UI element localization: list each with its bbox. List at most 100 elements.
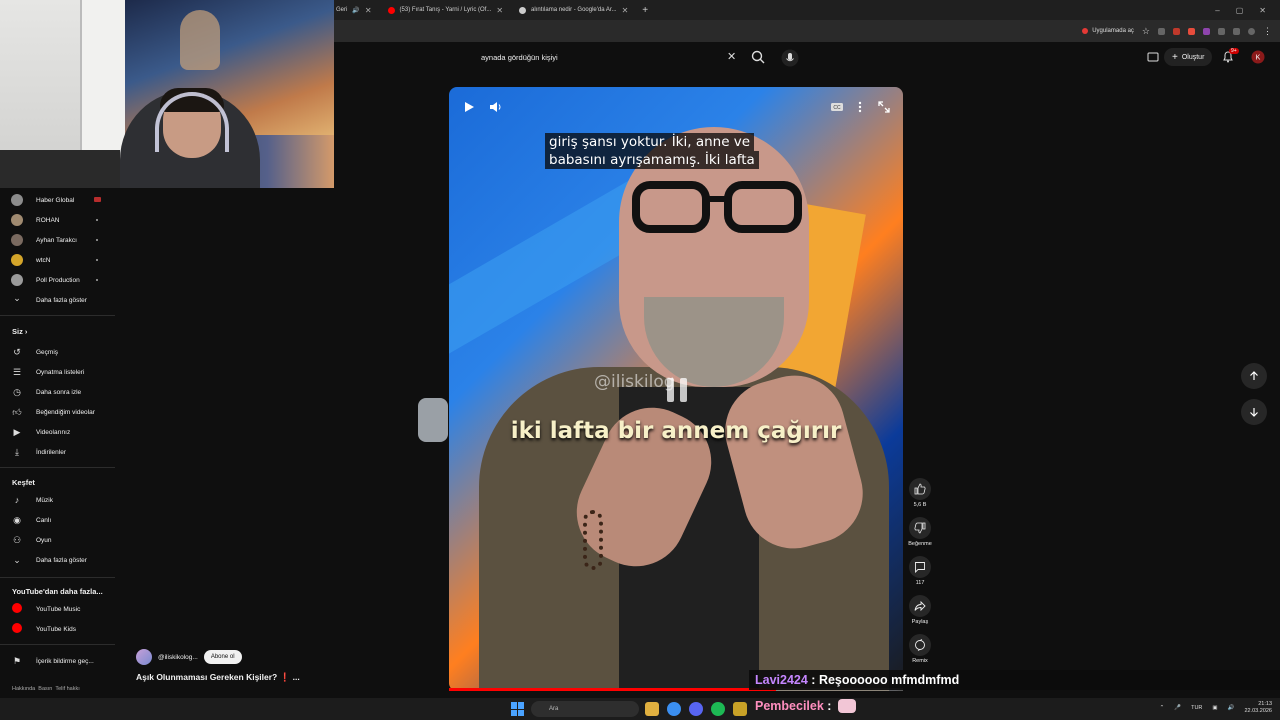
windows-start-icon[interactable] <box>511 702 525 716</box>
system-tray: ⌃ 🎤 TUR ▣ 🔊 21:13 22.03.2026 <box>1160 701 1272 715</box>
next-short-button[interactable] <box>1241 399 1267 425</box>
sidebar-subscription[interactable]: ROHAN <box>0 210 115 230</box>
microphone-icon[interactable] <box>781 49 799 67</box>
svg-text:CC: CC <box>833 105 841 111</box>
subscribe-button[interactable]: Abone ol <box>203 650 242 664</box>
extension-icon[interactable] <box>1203 27 1210 35</box>
sidebar-item-playlist[interactable]: ☰ Oynatma listeleri <box>0 362 115 382</box>
sidebar-subscription[interactable]: Ayhan Tarakcı <box>0 230 115 250</box>
create-button[interactable]: + Oluştur <box>1164 48 1213 66</box>
sidebar-item-history[interactable]: ↺ Geçmiş <box>0 342 115 362</box>
close-window-button[interactable]: ✕ <box>1259 6 1266 15</box>
more-vert-icon[interactable] <box>852 99 868 115</box>
caption-line: giriş şansı yoktur. İki, anne ve <box>545 133 755 151</box>
channel-handle[interactable]: @iliskikolog... <box>158 654 198 661</box>
share-label: Paylaş <box>911 619 929 625</box>
profile-avatar-icon[interactable] <box>1248 27 1255 35</box>
search-icon[interactable] <box>750 49 766 65</box>
mic-tray-icon[interactable]: 🎤 <box>1174 705 1181 711</box>
sidebar-item-yt-app[interactable]: YouTube Music <box>0 599 115 619</box>
open-in-app-button[interactable]: Uygulamada aç <box>1082 28 1134 34</box>
sidebar-item-label: Geçmiş <box>36 348 59 356</box>
network-icon[interactable]: ▣ <box>1212 705 1217 711</box>
sidebar-item-music[interactable]: ♪ Müzik <box>0 490 115 510</box>
chevron-right-icon: › <box>22 327 28 336</box>
sidebar-item-clock[interactable]: ◷ Daha sonra izle <box>0 382 115 402</box>
channel-avatar <box>11 194 23 206</box>
remix-icon <box>909 634 931 656</box>
browser-tab[interactable]: (53) Fırat Tanış - Yarni / Lyric (Of... … <box>380 0 512 20</box>
app-icon[interactable] <box>733 702 747 716</box>
bookmark-star-icon[interactable]: ☆ <box>1142 26 1150 37</box>
previous-short-button[interactable] <box>1241 363 1267 389</box>
cast-icon[interactable] <box>1146 50 1160 64</box>
webcam-chair <box>0 150 120 188</box>
sidebar-item-report[interactable]: ⚑ İçerik bildirme geç... <box>0 651 115 671</box>
sidebar-item-label: Daha sonra izle <box>36 388 82 396</box>
speaker-icon: 🔊 <box>352 7 360 14</box>
language-indicator[interactable]: TUR <box>1191 705 1202 711</box>
new-content-dot <box>96 279 98 281</box>
maximize-button[interactable]: ▢ <box>1236 6 1244 15</box>
extensions-puzzle-icon[interactable] <box>1233 27 1240 35</box>
sidebar-item-chevron-down[interactable]: ⌄ Daha fazla göster <box>0 550 115 570</box>
pause-icon[interactable] <box>662 372 692 408</box>
channel-avatar <box>11 254 23 266</box>
close-tab-icon[interactable]: ✕ <box>496 6 503 15</box>
spotify-icon[interactable] <box>711 702 725 716</box>
sidebar-item-video[interactable]: ▶ Videolarınız <box>0 422 115 442</box>
channel-info: @iliskikolog... Abone ol <box>136 649 242 665</box>
close-tab-icon[interactable]: ✕ <box>622 6 629 15</box>
sidebar-subscription[interactable]: Poll Production <box>0 270 115 290</box>
extension-icon[interactable] <box>1173 27 1180 35</box>
sidebar-item-label: YouTube Kids <box>36 625 76 633</box>
show-more-subscriptions-button[interactable]: ⌄ Daha fazla göster <box>0 290 115 310</box>
clear-search-icon[interactable]: ✕ <box>727 50 736 63</box>
sidebar-item-live[interactable]: ◉ Canlı <box>0 510 115 530</box>
close-tab-icon[interactable]: ✕ <box>365 6 372 15</box>
discord-icon[interactable] <box>689 702 703 716</box>
minimize-button[interactable]: – <box>1215 6 1219 15</box>
browser-tab[interactable]: alıntılama nedir - Google'da Ar... ✕ <box>511 0 636 20</box>
sidebar-item-yt-app[interactable]: YouTube Kids <box>0 619 115 639</box>
sidebar-you-heading[interactable]: Siz › <box>12 327 27 336</box>
play-icon[interactable] <box>461 99 477 115</box>
thumb-up-icon: 👍︎ <box>12 406 22 417</box>
chrome-icon[interactable] <box>667 702 681 716</box>
channel-avatar <box>11 234 23 246</box>
like-button[interactable]: 5,6 B <box>907 478 933 508</box>
file-explorer-icon[interactable] <box>645 702 659 716</box>
sidebar-more-heading: YouTube'dan daha fazla... <box>12 587 103 596</box>
sidebar-subscription[interactable]: wtcN <box>0 250 115 270</box>
new-tab-button[interactable]: + <box>636 5 654 16</box>
dislike-button[interactable]: Beğenme <box>907 517 933 547</box>
tab-label: Geri <box>336 7 348 13</box>
extension-icon[interactable] <box>1218 27 1225 35</box>
account-avatar[interactable]: K <box>1251 50 1265 64</box>
volume-tray-icon[interactable]: 🔊 <box>1228 705 1235 711</box>
captions-icon[interactable]: CC <box>829 99 845 115</box>
remix-label: Remix <box>912 658 928 664</box>
search-input[interactable]: aynada gördüğün kişiyi ✕ <box>472 47 772 67</box>
title-more: ... <box>292 672 300 682</box>
fullscreen-icon[interactable] <box>876 99 892 115</box>
sidebar-subscription[interactable]: Haber Global <box>0 190 115 210</box>
remix-button[interactable]: Remix <box>907 634 933 664</box>
extension-icon[interactable] <box>1188 27 1195 35</box>
extension-icon[interactable] <box>1158 27 1165 35</box>
sidebar-item-label: YouTube Music <box>36 605 81 613</box>
video-title[interactable]: Aşık Olunmaması Gereken Kişiler? ❗ ... <box>136 672 300 683</box>
sidebar-item-thumb-up[interactable]: 👍︎ Beğendiğim videolar <box>0 402 115 422</box>
sidebar-item-game[interactable]: ⚇ Oyun <box>0 530 115 550</box>
channel-avatar[interactable] <box>136 649 152 665</box>
playlist-icon: ☰ <box>12 366 22 377</box>
volume-icon[interactable] <box>488 99 504 115</box>
sidebar-item-download[interactable]: ⤓ İndirilenler <box>0 442 115 462</box>
menu-dots-icon[interactable]: ⋮ <box>1263 26 1272 37</box>
taskbar-search[interactable]: Ara <box>531 701 639 717</box>
sidebar-footer-links[interactable]: Hakkında Basın Telif hakkı <box>12 686 80 692</box>
comments-button[interactable]: 117 <box>907 556 933 586</box>
taskbar-clock[interactable]: 21:13 22.03.2026 <box>1244 701 1272 715</box>
share-button[interactable]: Paylaş <box>907 595 933 625</box>
chevron-up-icon[interactable]: ⌃ <box>1160 705 1165 711</box>
